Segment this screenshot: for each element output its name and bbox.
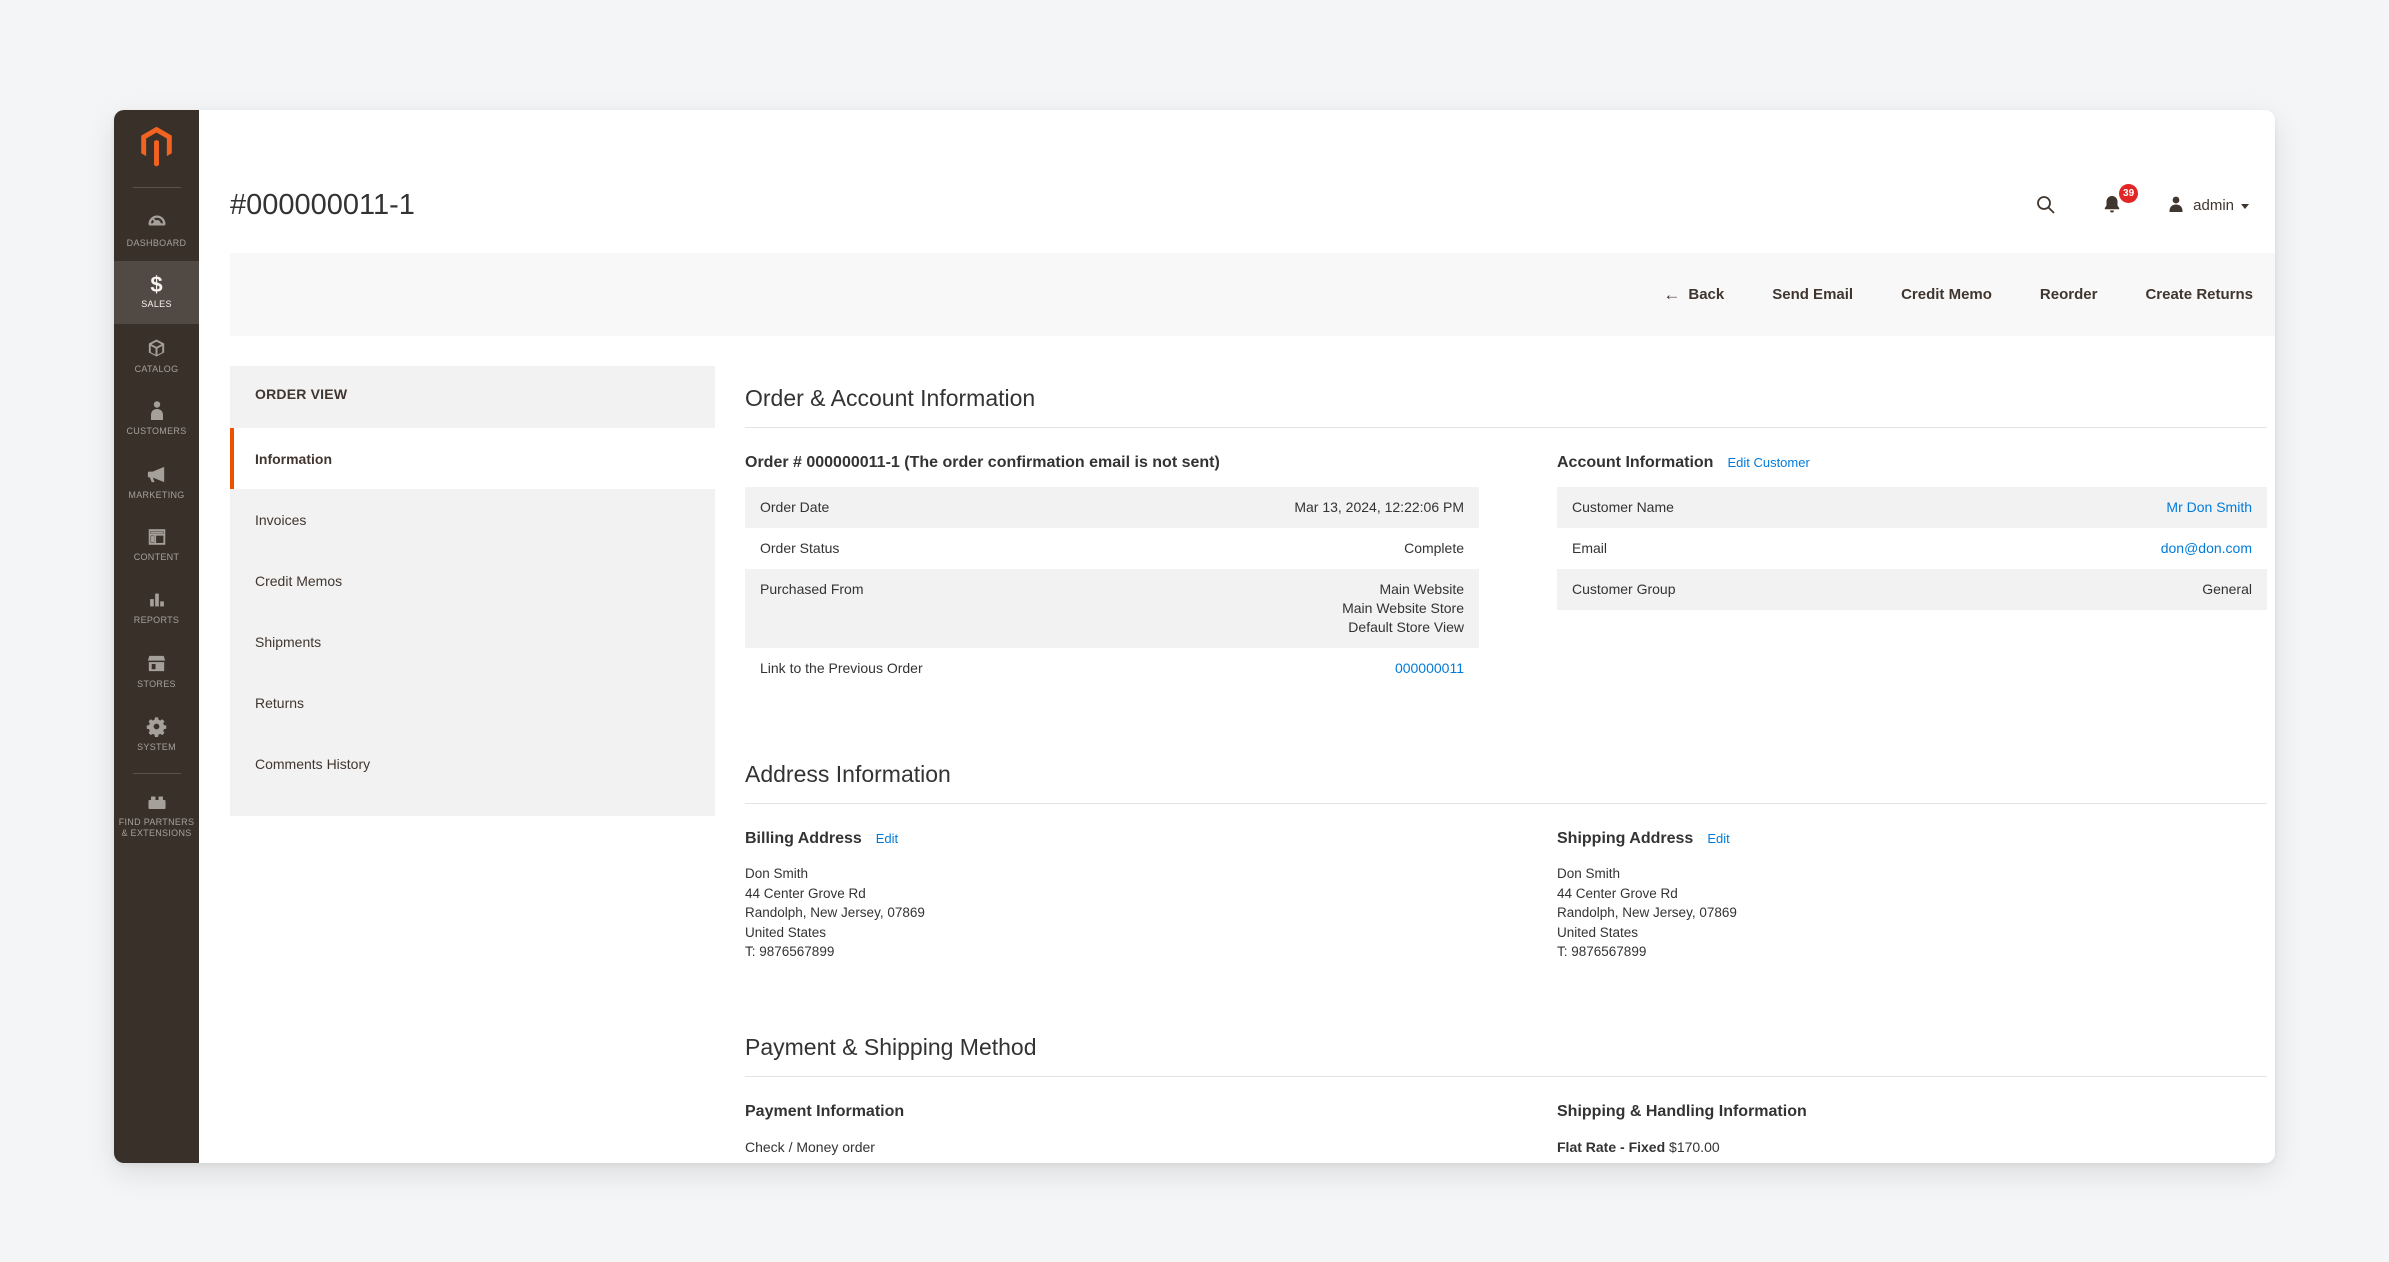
order-heading: Order # 000000011-1 (The order confirmat… bbox=[745, 454, 1220, 471]
system-icon bbox=[145, 715, 168, 738]
order-view-item-returns[interactable]: Returns bbox=[230, 672, 715, 733]
chevron-down-icon bbox=[2241, 203, 2249, 209]
previous-order-link[interactable]: 000000011 bbox=[1395, 660, 1464, 676]
sidebar-item-label: CONTENT bbox=[133, 552, 180, 562]
edit-customer-link[interactable]: Edit Customer bbox=[1727, 455, 1809, 470]
order-view-item-comments-history[interactable]: Comments History bbox=[230, 733, 715, 794]
reorder-button[interactable]: Reorder bbox=[2040, 286, 2098, 303]
section-title-address: Address Information bbox=[745, 761, 2267, 804]
sidebar-item-content[interactable]: CONTENT bbox=[114, 513, 199, 576]
order-info-table: Order Date Mar 13, 2024, 12:22:06 PM Ord… bbox=[745, 487, 1479, 689]
marketing-icon bbox=[145, 463, 168, 486]
reports-icon bbox=[146, 589, 168, 611]
sidebar: DASHBOARD $ SALES CATALOG CUSTOMERS MARK… bbox=[114, 110, 199, 1163]
dashboard-icon bbox=[145, 210, 169, 234]
order-date-value: Mar 13, 2024, 12:22:06 PM bbox=[1294, 499, 1464, 515]
sidebar-item-label: DASHBOARD bbox=[126, 238, 187, 248]
sidebar-item-customers[interactable]: CUSTOMERS bbox=[114, 387, 199, 450]
payment-method: Check / Money order bbox=[745, 1138, 875, 1155]
order-view-item-information[interactable]: Information bbox=[230, 428, 715, 489]
page-title: #000000011-1 bbox=[230, 188, 415, 221]
admin-window: DASHBOARD $ SALES CATALOG CUSTOMERS MARK… bbox=[114, 110, 2275, 1163]
order-view-title: ORDER VIEW bbox=[230, 366, 715, 422]
admin-user-menu[interactable]: admin bbox=[2166, 195, 2249, 215]
magento-logo-icon[interactable] bbox=[138, 126, 175, 173]
action-toolbar: ← Back Send Email Credit Memo Reorder Cr… bbox=[230, 253, 2275, 336]
table-row: Order Status Complete bbox=[760, 540, 1464, 556]
sidebar-menu: DASHBOARD $ SALES CATALOG CUSTOMERS MARK… bbox=[114, 198, 199, 765]
sidebar-item-label: REPORTS bbox=[133, 615, 180, 625]
shipping-handling-heading: Shipping & Handling Information bbox=[1557, 1102, 1807, 1120]
shipping-method: Flat Rate - Fixed $170.00 bbox=[1557, 1138, 1720, 1155]
send-email-button[interactable]: Send Email bbox=[1772, 286, 1853, 303]
extensions-icon bbox=[145, 791, 169, 813]
back-button[interactable]: ← Back bbox=[1663, 286, 1724, 303]
table-row: Customer Name Mr Don Smith bbox=[1557, 487, 2267, 528]
payment-info-heading: Payment Information bbox=[745, 1102, 905, 1120]
order-content: Order & Account Information Order # 0000… bbox=[745, 366, 2267, 1163]
sidebar-item-label: CATALOG bbox=[134, 363, 179, 374]
customer-email-link[interactable]: don@don.com bbox=[2161, 540, 2252, 556]
user-icon bbox=[2169, 196, 2183, 212]
sidebar-divider bbox=[132, 187, 181, 188]
sidebar-item-marketing[interactable]: MARKETING bbox=[114, 450, 199, 513]
order-view-item-credit-memos[interactable]: Credit Memos bbox=[230, 550, 715, 611]
table-row: Link to the Previous Order 000000011 bbox=[760, 660, 1464, 676]
account-info-table: Customer Name Mr Don Smith Email don@don… bbox=[1557, 487, 2267, 610]
sidebar-item-catalog[interactable]: CATALOG bbox=[114, 324, 199, 387]
table-row: Purchased From Main Website Main Website… bbox=[745, 569, 1479, 648]
sidebar-item-label: SALES bbox=[141, 299, 172, 309]
search-icon[interactable] bbox=[2034, 193, 2058, 217]
back-arrow-icon: ← bbox=[1663, 285, 1681, 304]
page-header: #000000011-1 39 admin bbox=[230, 170, 2249, 240]
sidebar-divider bbox=[132, 773, 181, 774]
content-icon bbox=[146, 526, 168, 548]
billing-address: Don Smith 44 Center Grove Rd Randolph, N… bbox=[745, 866, 925, 959]
header-actions: 39 admin bbox=[2034, 184, 2249, 217]
table-row: Order Date Mar 13, 2024, 12:22:06 PM bbox=[745, 487, 1479, 528]
create-returns-button[interactable]: Create Returns bbox=[2145, 286, 2253, 303]
notifications-count-badge: 39 bbox=[2119, 184, 2139, 203]
customer-name-link[interactable]: Mr Don Smith bbox=[2166, 499, 2252, 515]
sidebar-item-reports[interactable]: REPORTS bbox=[114, 576, 199, 639]
table-row: Customer Group General bbox=[1557, 569, 2267, 610]
sidebar-item-dashboard[interactable]: DASHBOARD bbox=[114, 198, 199, 261]
user-name: admin bbox=[2193, 196, 2234, 214]
edit-billing-address-link[interactable]: Edit bbox=[876, 831, 898, 846]
section-title-payment-shipping: Payment & Shipping Method bbox=[745, 1034, 2267, 1077]
stores-icon bbox=[145, 652, 168, 675]
sidebar-item-find-partners[interactable]: FIND PARTNERS & EXTENSIONS bbox=[114, 780, 199, 850]
main-area: #000000011-1 39 admin ← Back Send Email … bbox=[199, 110, 2275, 1163]
sidebar-item-label: CUSTOMERS bbox=[126, 426, 187, 436]
sales-icon: $ bbox=[150, 272, 163, 297]
customers-icon bbox=[147, 400, 167, 422]
shipping-address-heading: Shipping Address bbox=[1557, 830, 1694, 847]
billing-address-heading: Billing Address bbox=[745, 830, 862, 847]
table-row: Email don@don.com bbox=[1572, 540, 2252, 556]
order-view-items: Information Invoices Credit Memos Shipme… bbox=[230, 428, 715, 794]
order-view-panel: ORDER VIEW Information Invoices Credit M… bbox=[230, 366, 715, 816]
sidebar-item-label: MARKETING bbox=[128, 489, 185, 500]
shipping-amount: $170.00 bbox=[1669, 1138, 1720, 1155]
shipping-address: Don Smith 44 Center Grove Rd Randolph, N… bbox=[1557, 866, 1737, 959]
order-view-item-invoices[interactable]: Invoices bbox=[230, 489, 715, 550]
edit-shipping-address-link[interactable]: Edit bbox=[1707, 831, 1729, 846]
sidebar-item-label: SYSTEM bbox=[137, 741, 176, 752]
order-status-value: Complete bbox=[1404, 540, 1464, 556]
sidebar-item-sales[interactable]: $ SALES bbox=[114, 261, 199, 324]
credit-memo-button[interactable]: Credit Memo bbox=[1901, 286, 1992, 303]
account-info-heading: Account Information bbox=[1557, 454, 1714, 471]
notifications-bell-icon[interactable]: 39 bbox=[2100, 184, 2139, 217]
customer-group-value: General bbox=[2202, 581, 2252, 597]
purchased-from-value: Main Website Main Website Store Default … bbox=[1342, 581, 1464, 635]
sidebar-item-label: FIND PARTNERS & EXTENSIONS bbox=[118, 817, 195, 838]
sidebar-item-label: STORES bbox=[137, 678, 176, 689]
sidebar-item-system[interactable]: SYSTEM bbox=[114, 702, 199, 765]
order-view-item-shipments[interactable]: Shipments bbox=[230, 611, 715, 672]
section-title-order-account: Order & Account Information bbox=[745, 385, 2267, 428]
catalog-icon bbox=[145, 337, 168, 360]
sidebar-item-stores[interactable]: STORES bbox=[114, 639, 199, 702]
